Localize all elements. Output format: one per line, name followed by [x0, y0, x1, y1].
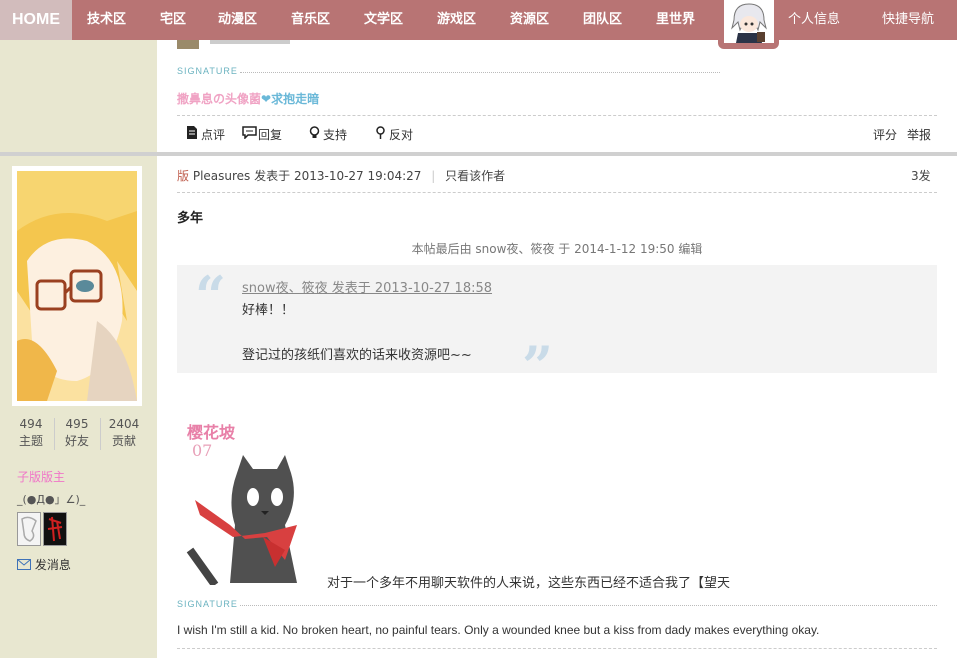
- stat-threads-value: 494: [19, 417, 43, 431]
- heart-icon: ❤: [261, 92, 272, 106]
- nav-item-tech[interactable]: 技术区: [87, 0, 126, 40]
- stat-contribution[interactable]: 2404 贡献: [101, 416, 147, 450]
- stat-friends-label: 好友: [64, 434, 89, 448]
- oppose-label: 反对: [389, 128, 414, 142]
- home-button[interactable]: HOME: [0, 0, 72, 40]
- user-avatar[interactable]: [12, 166, 142, 406]
- medal-icon[interactable]: [43, 512, 67, 546]
- pin-icon: [373, 126, 387, 142]
- signature-label: SIGNATURE: [177, 66, 238, 76]
- signature-divider: [240, 605, 937, 606]
- signature-divider: [240, 72, 720, 73]
- report-button[interactable]: 举报: [907, 126, 931, 143]
- nav-user-avatar[interactable]: [718, 0, 779, 49]
- only-author-link[interactable]: 只看该作者: [445, 169, 505, 183]
- post-timestamp: 发表于 2013-10-27 19:04:27: [254, 169, 422, 183]
- comment-button[interactable]: 点评: [185, 126, 225, 143]
- post-title: 多年: [177, 211, 204, 226]
- moderator-badge: 版: [177, 169, 190, 183]
- nav-item-games[interactable]: 游戏区: [437, 0, 476, 40]
- quote-line-1: 好棒！！: [242, 303, 295, 318]
- lightbulb-icon: [307, 126, 321, 142]
- quote-line-2: 登记过的孩纸们喜欢的话来收资源吧~~: [242, 348, 472, 363]
- edit-note: 本帖最后由 snow夜、筱夜 于 2014-1-12 19:50 编辑: [411, 242, 703, 256]
- close-quote-icon: ”: [522, 334, 554, 398]
- signature-blue-text: 求抱走暗: [271, 92, 320, 106]
- signature-label: SIGNATURE: [177, 599, 238, 609]
- post-signature: I wish I'm still a kid. No broken heart,…: [177, 623, 820, 637]
- image-caption-title: 樱花坡: [187, 423, 236, 442]
- comment-icon: [185, 126, 199, 142]
- quote-block: “ snow夜、筱夜 发表于 2013-10-27 18:58 好棒！！ 登记过…: [177, 264, 937, 393]
- quote-source-link[interactable]: snow夜、筱夜 发表于 2013-10-27 18:58: [242, 277, 492, 296]
- nav-item-resources[interactable]: 资源区: [510, 0, 549, 40]
- action-divider: [177, 115, 937, 116]
- reply-button[interactable]: 回复: [242, 126, 282, 143]
- support-label: 支持: [323, 128, 348, 142]
- header-divider: [177, 192, 937, 193]
- reply-label: 回复: [258, 128, 283, 142]
- stat-threads-label: 主题: [18, 434, 43, 448]
- anime-avatar-image: [17, 171, 137, 401]
- post-image[interactable]: 樱花坡 07: [185, 417, 325, 587]
- support-button[interactable]: 支持: [307, 126, 347, 143]
- send-message-label: 发消息: [34, 558, 71, 572]
- oppose-button[interactable]: 反对: [373, 126, 413, 143]
- rate-button[interactable]: 评分: [873, 126, 897, 143]
- signature-bottom-divider: [177, 648, 937, 649]
- user-kaomoji: _(●Д●」∠)_: [17, 493, 86, 506]
- signature-pink-text: 撒鼻息の头像菌: [177, 92, 262, 106]
- meta-divider: |: [431, 169, 436, 183]
- stat-contribution-label: 贡献: [111, 434, 136, 448]
- stat-friends[interactable]: 495 好友: [54, 416, 100, 450]
- post-floor-number[interactable]: 3发: [911, 167, 931, 184]
- send-message-link[interactable]: 发消息: [17, 556, 71, 573]
- black-cat-image: [186, 455, 297, 585]
- stat-threads[interactable]: 494 主题: [8, 416, 54, 450]
- stat-contribution-value: 2404: [108, 417, 140, 431]
- nav-item-otaku[interactable]: 宅区: [160, 0, 186, 40]
- nav-profile[interactable]: 个人信息: [788, 0, 840, 40]
- nav-item-literature[interactable]: 文学区: [364, 0, 403, 40]
- prev-post-avatar-thumb: [177, 40, 199, 49]
- comment-label: 点评: [201, 128, 226, 142]
- user-group[interactable]: 子版版主: [17, 468, 65, 485]
- medal-icon[interactable]: [17, 512, 41, 546]
- open-quote-icon: “: [195, 264, 227, 328]
- post-body-text: 对于一个多年不用聊天软件的人来说，这些东西已经不适合我了【望天: [327, 576, 731, 591]
- nav-item-inner-world[interactable]: 里世界: [656, 0, 695, 40]
- post-meta: 版 Pleasures 发表于 2013-10-27 19:04:27 | 只看…: [177, 167, 505, 184]
- stat-friends-value: 495: [65, 417, 89, 431]
- post-author[interactable]: Pleasures: [193, 169, 250, 183]
- nav-item-music[interactable]: 音乐区: [291, 0, 330, 40]
- envelope-icon: [17, 559, 31, 573]
- nav-item-anime[interactable]: 动漫区: [218, 0, 257, 40]
- reply-icon: [242, 126, 257, 142]
- chibi-avatar-image: [724, 0, 774, 43]
- top-nav-bar: HOME 技术区 宅区 动漫区 音乐区 文学区 游戏区 资源区 团队区 里世界 …: [0, 0, 957, 40]
- nav-quick-navigation[interactable]: 快捷导航: [882, 0, 934, 40]
- prev-post-clipped-text: [210, 40, 290, 44]
- nav-item-team[interactable]: 团队区: [583, 0, 622, 40]
- prev-post-signature: 撒鼻息の头像菌❤求抱走暗: [177, 90, 319, 107]
